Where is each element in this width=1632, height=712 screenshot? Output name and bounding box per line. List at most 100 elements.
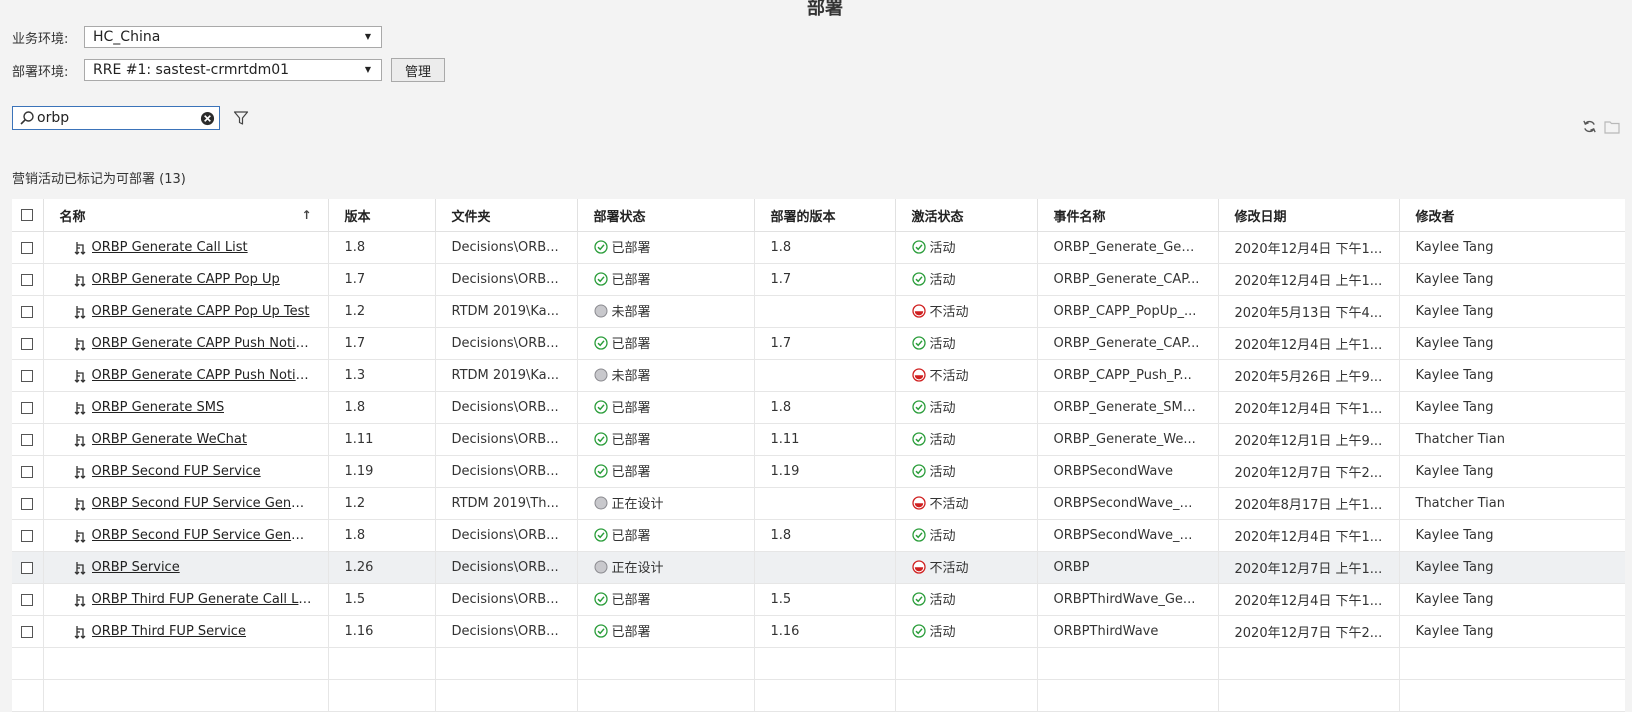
- table-row[interactable]: ORBP Generate Call List 1.8 Decisions\ORB.…: [12, 231, 1625, 264]
- flow-icon: [74, 305, 85, 319]
- deploy-status-cell-label: 已部署: [611, 593, 651, 609]
- col-modifier[interactable]: 修改者: [1399, 199, 1625, 232]
- row-checkbox-cell[interactable]: [12, 615, 44, 648]
- filter-icon[interactable]: [233, 110, 249, 126]
- row-checkbox[interactable]: [21, 625, 34, 638]
- empty-cell: [1399, 647, 1625, 680]
- check-circle-icon: [593, 272, 608, 286]
- row-checkbox[interactable]: [21, 561, 34, 574]
- row-checkbox[interactable]: [21, 337, 34, 350]
- empty-cell: [1037, 647, 1219, 680]
- campaign-name-link[interactable]: ORBP Generate CAPP Pop Up Test: [92, 304, 310, 319]
- row-checkbox[interactable]: [21, 433, 34, 446]
- row-checkbox[interactable]: [21, 273, 34, 286]
- col-version[interactable]: 版本: [328, 199, 436, 232]
- pending-status-icon: [594, 496, 607, 510]
- table-row[interactable]: ORBP Service 1.26 Decisions\ORB... 正在设计 不活动 O…: [12, 551, 1625, 584]
- empty-cell: [328, 647, 436, 680]
- deploy-status-cell: 已部署: [577, 423, 755, 456]
- select-all-checkbox[interactable]: [21, 209, 34, 221]
- row-checkbox[interactable]: [21, 241, 34, 254]
- campaign-name-link[interactable]: ORBP Generate SMS: [92, 400, 225, 415]
- check-circle-icon: [911, 624, 926, 638]
- row-checkbox-cell[interactable]: [12, 391, 44, 424]
- row-checkbox[interactable]: [21, 401, 34, 414]
- table-row[interactable]: ORBP Second FUP Service Gener... 1.8 Decis…: [12, 519, 1625, 552]
- select-all-checkbox-cell[interactable]: [12, 199, 44, 232]
- campaign-name-link[interactable]: ORBP Generate CAPP Pop Up: [92, 272, 280, 287]
- name-cell: ORBP Service: [43, 551, 329, 584]
- col-deployed-version[interactable]: 部署的版本: [754, 199, 896, 232]
- active-status-cell-label: 活动: [929, 529, 956, 545]
- col-name[interactable]: 名称 ↑: [43, 199, 329, 232]
- version-cell: 1.8: [328, 231, 436, 264]
- row-checkbox-cell[interactable]: [12, 327, 44, 360]
- clear-icon[interactable]: [200, 111, 215, 126]
- business-env-select[interactable]: HC_China ▼: [84, 26, 382, 48]
- campaign-name-link[interactable]: ORBP Second FUP Service Gener...: [92, 496, 312, 511]
- manage-button[interactable]: 管理: [391, 58, 445, 82]
- row-checkbox-cell[interactable]: [12, 231, 44, 264]
- version-cell: 1.7: [328, 263, 436, 296]
- campaign-name-link[interactable]: ORBP Third FUP Service: [92, 624, 246, 639]
- campaign-name-link[interactable]: ORBP Service: [92, 560, 180, 575]
- col-event-name[interactable]: 事件名称: [1037, 199, 1219, 232]
- row-checkbox[interactable]: [21, 465, 34, 478]
- refresh-icon[interactable]: [1582, 119, 1597, 134]
- event-name-cell: ORBP_Generate_Gen...: [1037, 231, 1219, 264]
- campaign-name-link[interactable]: ORBP Generate WeChat: [92, 432, 247, 447]
- row-checkbox-cell[interactable]: [12, 551, 44, 584]
- row-checkbox-cell[interactable]: [12, 359, 44, 392]
- version-cell: 1.11: [328, 423, 436, 456]
- campaign-name-link[interactable]: ORBP Generate CAPP Push Notifi...: [92, 368, 312, 383]
- col-folder[interactable]: 文件夹: [435, 199, 578, 232]
- col-name-label: 名称: [59, 209, 86, 225]
- row-checkbox-cell[interactable]: [12, 455, 44, 488]
- row-checkbox[interactable]: [21, 305, 34, 318]
- table-row[interactable]: ORBP Generate CAPP Pop Up 1.7 Decisions\OR…: [12, 263, 1625, 296]
- table-row[interactable]: ORBP Generate WeChat 1.11 Decisions\ORB...…: [12, 423, 1625, 456]
- col-modified-date[interactable]: 修改日期: [1218, 199, 1400, 232]
- row-checkbox[interactable]: [21, 593, 34, 606]
- row-checkbox-cell[interactable]: [12, 263, 44, 296]
- deploy-status-cell: 已部署: [577, 231, 755, 264]
- col-active-status[interactable]: 激活状态: [895, 199, 1038, 232]
- deploy-status-cell: 已部署: [577, 455, 755, 488]
- deploy-status-cell: 已部署: [577, 263, 755, 296]
- search-box[interactable]: [12, 106, 220, 130]
- deploy-status-cell: 已部署: [577, 519, 755, 552]
- name-cell: ORBP Generate CAPP Push Notifi...: [43, 359, 329, 392]
- deploy-status-cell-label: 已部署: [611, 337, 651, 353]
- deployed-version-cell: [754, 295, 896, 328]
- row-checkbox-cell[interactable]: [12, 519, 44, 552]
- table-row[interactable]: ORBP Third FUP Generate Call List 1.5 Deci…: [12, 583, 1625, 616]
- col-deploy-status[interactable]: 部署状态: [577, 199, 755, 232]
- folder-icon[interactable]: [1604, 120, 1620, 134]
- row-checkbox-cell[interactable]: [12, 423, 44, 456]
- campaign-name-link[interactable]: ORBP Second FUP Service: [92, 464, 261, 479]
- table-row[interactable]: ORBP Second FUP Service Gener... 1.2 RTDM …: [12, 487, 1625, 520]
- modifier-cell: Kaylee Tang: [1399, 359, 1625, 392]
- row-checkbox-cell[interactable]: [12, 295, 44, 328]
- table-row[interactable]: ORBP Second FUP Service 1.19 Decisions\ORB…: [12, 455, 1625, 488]
- campaign-name-link[interactable]: ORBP Generate Call List: [92, 240, 248, 255]
- row-checkbox[interactable]: [21, 529, 34, 542]
- event-name-cell: ORBP_CAPP_Push_P...: [1037, 359, 1219, 392]
- modified-date-cell: 2020年12月4日 下午1...: [1218, 519, 1400, 552]
- row-checkbox-cell[interactable]: [12, 487, 44, 520]
- table-row[interactable]: ORBP Generate CAPP Push Notifi... 1.7 Deci…: [12, 327, 1625, 360]
- table-row[interactable]: ORBP Generate CAPP Push Notifi... 1.3 RTDM…: [12, 359, 1625, 392]
- table-row[interactable]: ORBP Third FUP Service 1.16 Decisions\ORB.…: [12, 615, 1625, 648]
- row-checkbox[interactable]: [21, 497, 34, 510]
- table-row[interactable]: ORBP Generate CAPP Pop Up Test 1.2 RTDM 20…: [12, 295, 1625, 328]
- deploy-env-select[interactable]: RRE #1: sastest-crmrtdm01 ▼: [84, 59, 382, 81]
- row-checkbox-cell[interactable]: [12, 583, 44, 616]
- table-row[interactable]: ORBP Generate SMS 1.8 Decisions\ORB... 已部署 1…: [12, 391, 1625, 424]
- event-name-cell: ORBP_Generate_CAP...: [1037, 327, 1219, 360]
- active-status-cell: 活动: [895, 615, 1038, 648]
- campaign-name-link[interactable]: ORBP Generate CAPP Push Notifi...: [92, 336, 312, 351]
- row-checkbox[interactable]: [21, 369, 34, 382]
- campaign-name-link[interactable]: ORBP Second FUP Service Gener...: [92, 528, 312, 543]
- campaign-name-link[interactable]: ORBP Third FUP Generate Call List: [92, 592, 312, 607]
- search-input[interactable]: [37, 110, 187, 126]
